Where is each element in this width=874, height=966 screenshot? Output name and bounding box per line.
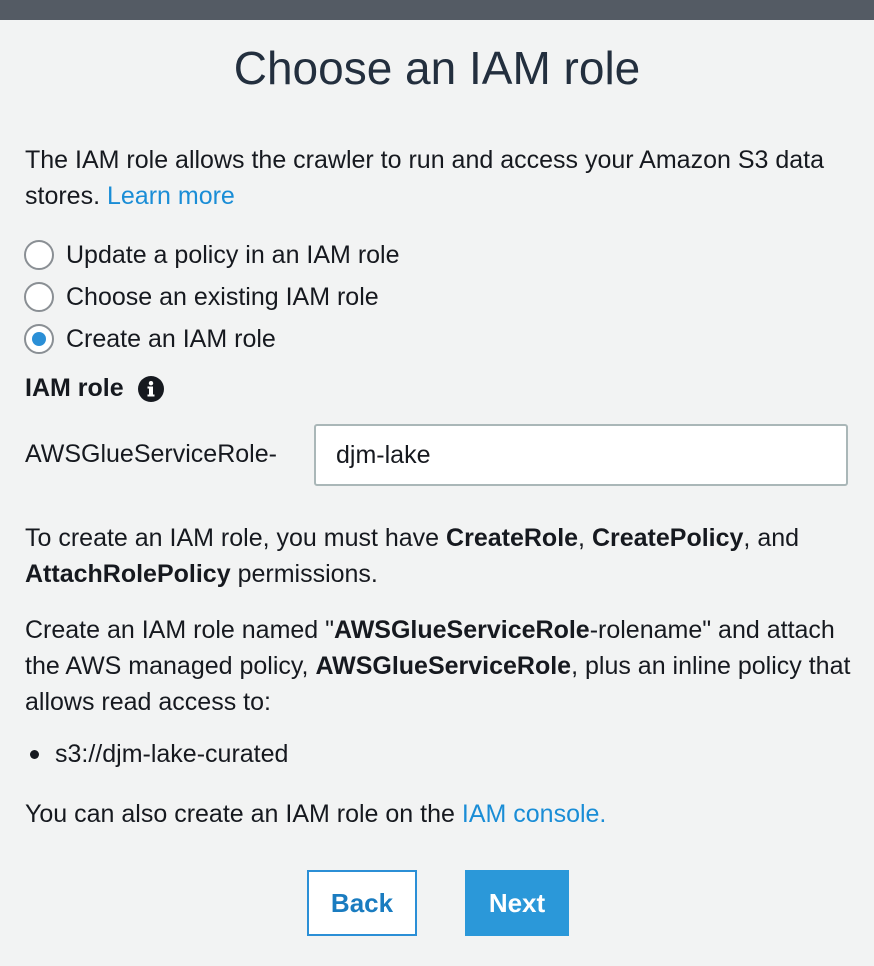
perm-create-role: CreateRole <box>446 524 579 552</box>
top-bar <box>0 0 874 20</box>
option-label: Update a policy in an IAM role <box>66 240 400 269</box>
permissions-and: and <box>757 524 800 552</box>
dialog-title: Choose an IAM role <box>233 42 641 94</box>
s3-path: s3://djm-lake-curated <box>55 740 289 768</box>
role-name-prefix: AWSGlueServiceRole- <box>25 440 277 468</box>
perm-separator: , <box>743 524 751 552</box>
radio-update-policy[interactable] <box>24 240 54 270</box>
iam-role-heading: IAM role <box>25 374 164 403</box>
iam-console-link[interactable]: IAM console. <box>462 800 607 828</box>
learn-more-link[interactable]: Learn more <box>107 182 235 210</box>
role-option-group: Update a policy in an IAM role Choose an… <box>24 234 400 360</box>
console-note: You can also create an IAM role on the I… <box>25 796 855 832</box>
description-managed-policy: AWSGlueServiceRole <box>315 652 572 680</box>
next-button[interactable]: Next <box>465 870 569 936</box>
permissions-suffix: permissions. <box>237 560 378 588</box>
perm-attach-role-policy: AttachRolePolicy <box>25 560 231 588</box>
description-role-name: AWSGlueServiceRole <box>334 616 590 644</box>
back-button[interactable]: Back <box>307 870 417 936</box>
iam-role-label: IAM role <box>25 374 124 402</box>
option-choose-existing[interactable]: Choose an existing IAM role <box>24 276 400 318</box>
radio-choose-existing[interactable] <box>24 282 54 312</box>
option-label: Create an IAM role <box>66 324 276 353</box>
list-item: s3://djm-lake-curated <box>25 740 288 769</box>
role-description: Create an IAM role named "AWSGlueService… <box>25 612 855 720</box>
permissions-note: To create an IAM role, you must have Cre… <box>25 520 855 592</box>
info-icon[interactable] <box>137 375 164 402</box>
console-note-text: You can also create an IAM role on the <box>25 800 455 828</box>
option-create-role[interactable]: Create an IAM role <box>24 318 400 360</box>
description-part: Create an IAM role named " <box>25 616 335 644</box>
perm-create-policy: CreatePolicy <box>591 524 744 552</box>
permissions-intro: To create an IAM role, you must have <box>25 524 440 552</box>
bullet-dot <box>30 750 39 759</box>
role-name-input[interactable] <box>314 424 848 486</box>
radio-create-role[interactable] <box>24 324 54 354</box>
perm-separator: , <box>578 524 585 552</box>
option-update-policy[interactable]: Update a policy in an IAM role <box>24 234 400 276</box>
intro-text: The IAM role allows the crawler to run a… <box>25 142 845 214</box>
option-label: Choose an existing IAM role <box>66 282 379 311</box>
